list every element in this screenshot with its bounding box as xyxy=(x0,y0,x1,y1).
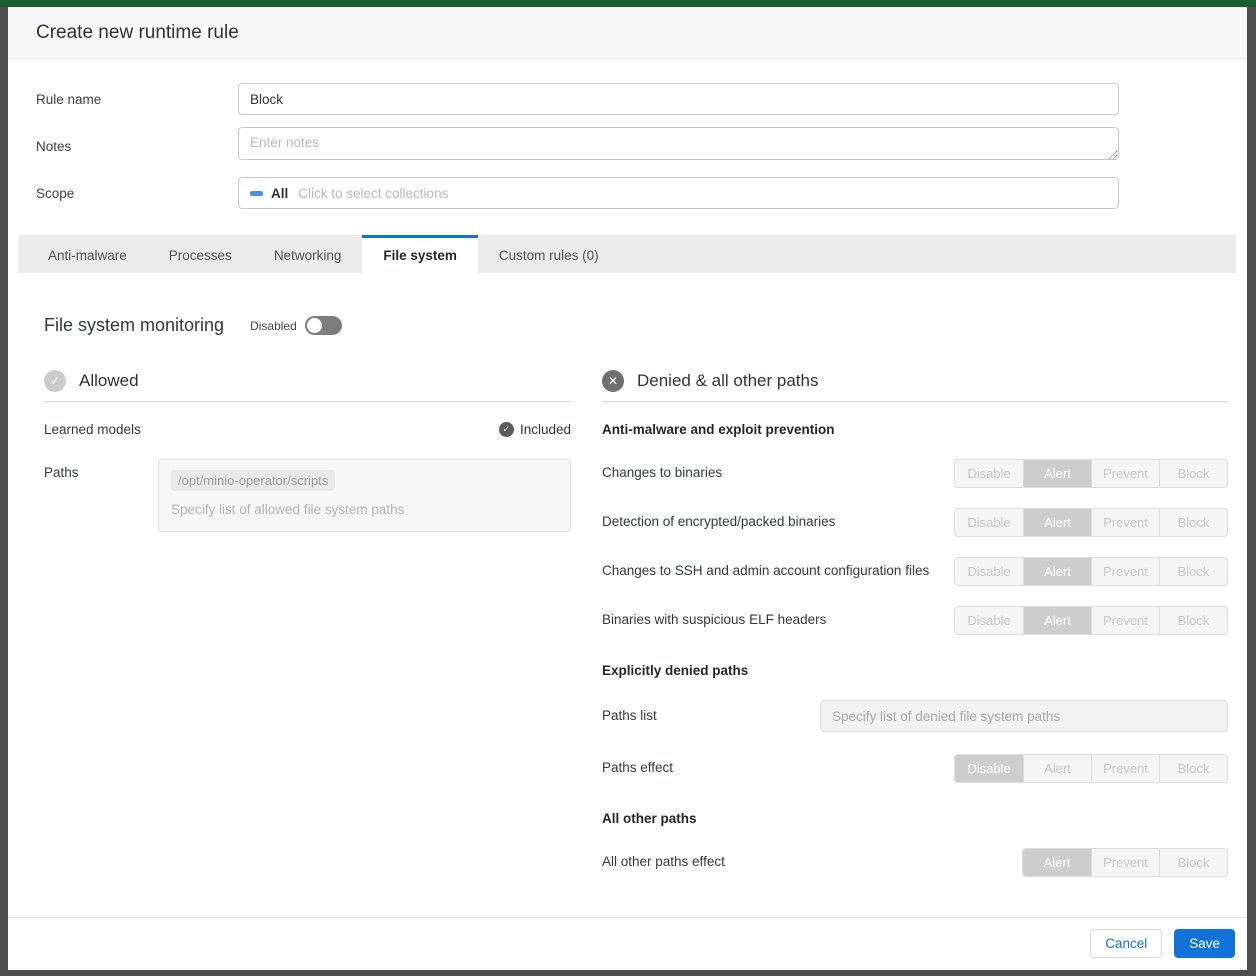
effect-option-prevent[interactable]: Prevent xyxy=(1091,558,1159,585)
denied-paths-input[interactable] xyxy=(820,700,1228,732)
learned-models-label: Learned models xyxy=(44,422,141,437)
modal-footer: Cancel Save xyxy=(8,917,1247,970)
top-green-bar xyxy=(0,0,1256,7)
all-other-paths-heading: All other paths xyxy=(602,811,1228,826)
effect-option-prevent[interactable]: Prevent xyxy=(1091,607,1159,634)
scope-row: Scope All Click to select collections xyxy=(36,177,1219,209)
notes-input[interactable] xyxy=(238,127,1119,160)
effect-row-label: Detection of encrypted/packed binaries xyxy=(602,512,835,533)
denied-title: Denied & all other paths xyxy=(637,371,818,391)
learned-models-row: Learned models ✓ Included xyxy=(44,422,571,437)
effect-option-disable[interactable]: Disable xyxy=(955,460,1023,487)
allowed-title: Allowed xyxy=(79,371,139,391)
cancel-button[interactable]: Cancel xyxy=(1090,929,1162,958)
notes-label: Notes xyxy=(36,139,238,154)
denied-column: ✕ Denied & all other paths Anti-malware … xyxy=(602,370,1228,897)
scope-selector[interactable]: All Click to select collections xyxy=(238,177,1119,209)
rule-tabs: Anti-malware Processes Networking File s… xyxy=(19,235,1236,273)
create-runtime-rule-modal: Create new runtime rule Rule name Notes … xyxy=(8,7,1247,970)
effect-option-alert[interactable]: Alert xyxy=(1023,849,1091,876)
allowed-denied-columns: ✓ Allowed Learned models ✓ Included Path… xyxy=(44,370,1219,897)
effect-group: Disable Alert Prevent Block xyxy=(954,606,1228,635)
effect-row-changes-to-binaries: Changes to binaries Disable Alert Preven… xyxy=(602,459,1228,488)
effect-group: Disable Alert Prevent Block xyxy=(954,459,1228,488)
effect-row-label: All other paths effect xyxy=(602,852,725,873)
effect-group: Alert Prevent Block xyxy=(1022,848,1228,877)
rule-form: Rule name Notes Scope All Click to selec… xyxy=(8,59,1247,227)
denied-header: ✕ Denied & all other paths xyxy=(602,370,1228,392)
save-button[interactable]: Save xyxy=(1174,929,1235,958)
effect-row-encrypted-packed-binaries: Detection of encrypted/packed binaries D… xyxy=(602,508,1228,537)
effect-row-paths-effect: Paths effect Disable Alert Prevent Block xyxy=(602,754,1228,783)
effect-row-ssh-admin-config: Changes to SSH and admin account configu… xyxy=(602,557,1228,586)
effect-group: Disable Alert Prevent Block xyxy=(954,557,1228,586)
learned-models-included-badge[interactable]: ✓ Included xyxy=(499,422,571,437)
check-circle-icon: ✓ xyxy=(44,370,66,392)
effect-option-alert[interactable]: Alert xyxy=(1023,755,1091,782)
paths-list-row: Paths list xyxy=(602,700,1228,732)
file-system-tab-panel: File system monitoring Disabled ✓ Allowe… xyxy=(8,273,1247,917)
effect-row-label: Binaries with suspicious ELF headers xyxy=(602,610,826,631)
monitoring-row: File system monitoring Disabled xyxy=(44,315,1219,336)
allowed-paths-placeholder: Specify list of allowed file system path… xyxy=(171,502,558,517)
effect-row-label: Changes to SSH and admin account configu… xyxy=(602,561,929,582)
rule-name-input[interactable] xyxy=(238,83,1119,115)
effect-option-disable[interactable]: Disable xyxy=(955,558,1023,585)
divider xyxy=(602,401,1228,402)
modal-title: Create new runtime rule xyxy=(8,7,1247,59)
allowed-header: ✓ Allowed xyxy=(44,370,571,392)
allowed-column: ✓ Allowed Learned models ✓ Included Path… xyxy=(44,370,571,897)
antimalware-section-heading: Anti-malware and exploit prevention xyxy=(602,422,1228,437)
effect-option-alert[interactable]: Alert xyxy=(1023,509,1091,536)
file-system-monitoring-toggle[interactable] xyxy=(305,316,342,335)
effect-row-label: Paths effect xyxy=(602,758,673,779)
scope-placeholder: Click to select collections xyxy=(298,186,448,201)
tab-anti-malware[interactable]: Anti-malware xyxy=(27,235,148,273)
effect-option-disable[interactable]: Disable xyxy=(955,607,1023,634)
allowed-paths-label: Paths xyxy=(44,459,158,480)
effect-row-all-other-paths: All other paths effect Alert Prevent Blo… xyxy=(602,848,1228,877)
effect-option-prevent[interactable]: Prevent xyxy=(1091,755,1159,782)
effect-option-block[interactable]: Block xyxy=(1159,509,1227,536)
effect-option-disable[interactable]: Disable xyxy=(955,509,1023,536)
monitoring-toggle-label: Disabled xyxy=(250,319,297,333)
effect-option-alert[interactable]: Alert xyxy=(1023,607,1091,634)
scope-label: Scope xyxy=(36,186,238,201)
tab-processes[interactable]: Processes xyxy=(148,235,253,273)
effect-row-suspicious-elf-headers: Binaries with suspicious ELF headers Dis… xyxy=(602,606,1228,635)
x-circle-icon: ✕ xyxy=(602,370,624,392)
tab-file-system[interactable]: File system xyxy=(362,235,478,273)
monitoring-title: File system monitoring xyxy=(44,315,224,336)
effect-option-block[interactable]: Block xyxy=(1159,849,1227,876)
effect-option-block[interactable]: Block xyxy=(1159,607,1227,634)
notes-row: Notes xyxy=(36,127,1219,165)
effect-option-prevent[interactable]: Prevent xyxy=(1091,509,1159,536)
rule-name-row: Rule name xyxy=(36,83,1219,115)
effect-option-block[interactable]: Block xyxy=(1159,460,1227,487)
allowed-paths-row: Paths /opt/minio-operator/scripts Specif… xyxy=(44,459,571,532)
tab-custom-rules[interactable]: Custom rules (0) xyxy=(478,235,620,273)
tab-networking[interactable]: Networking xyxy=(253,235,363,273)
divider xyxy=(44,401,571,402)
effect-row-label: Changes to binaries xyxy=(602,463,722,484)
effect-group: Disable Alert Prevent Block xyxy=(954,508,1228,537)
toggle-knob xyxy=(307,318,322,333)
scope-selected-collection: All xyxy=(271,186,288,201)
effect-option-alert[interactable]: Alert xyxy=(1023,460,1091,487)
effect-group: Disable Alert Prevent Block xyxy=(954,754,1228,783)
effect-option-prevent[interactable]: Prevent xyxy=(1091,849,1159,876)
included-check-icon: ✓ xyxy=(499,422,514,437)
effect-option-alert[interactable]: Alert xyxy=(1023,558,1091,585)
paths-list-label: Paths list xyxy=(602,706,657,727)
effect-option-block[interactable]: Block xyxy=(1159,755,1227,782)
learned-models-value: Included xyxy=(520,422,571,437)
effect-option-disable[interactable]: Disable xyxy=(955,755,1023,782)
allowed-paths-input[interactable]: /opt/minio-operator/scripts Specify list… xyxy=(158,459,571,532)
rule-name-label: Rule name xyxy=(36,92,238,107)
allowed-path-chip[interactable]: /opt/minio-operator/scripts xyxy=(171,470,335,491)
effect-option-prevent[interactable]: Prevent xyxy=(1091,460,1159,487)
effect-option-block[interactable]: Block xyxy=(1159,558,1227,585)
explicitly-denied-paths-heading: Explicitly denied paths xyxy=(602,663,1228,678)
collection-swatch-icon xyxy=(250,191,263,196)
